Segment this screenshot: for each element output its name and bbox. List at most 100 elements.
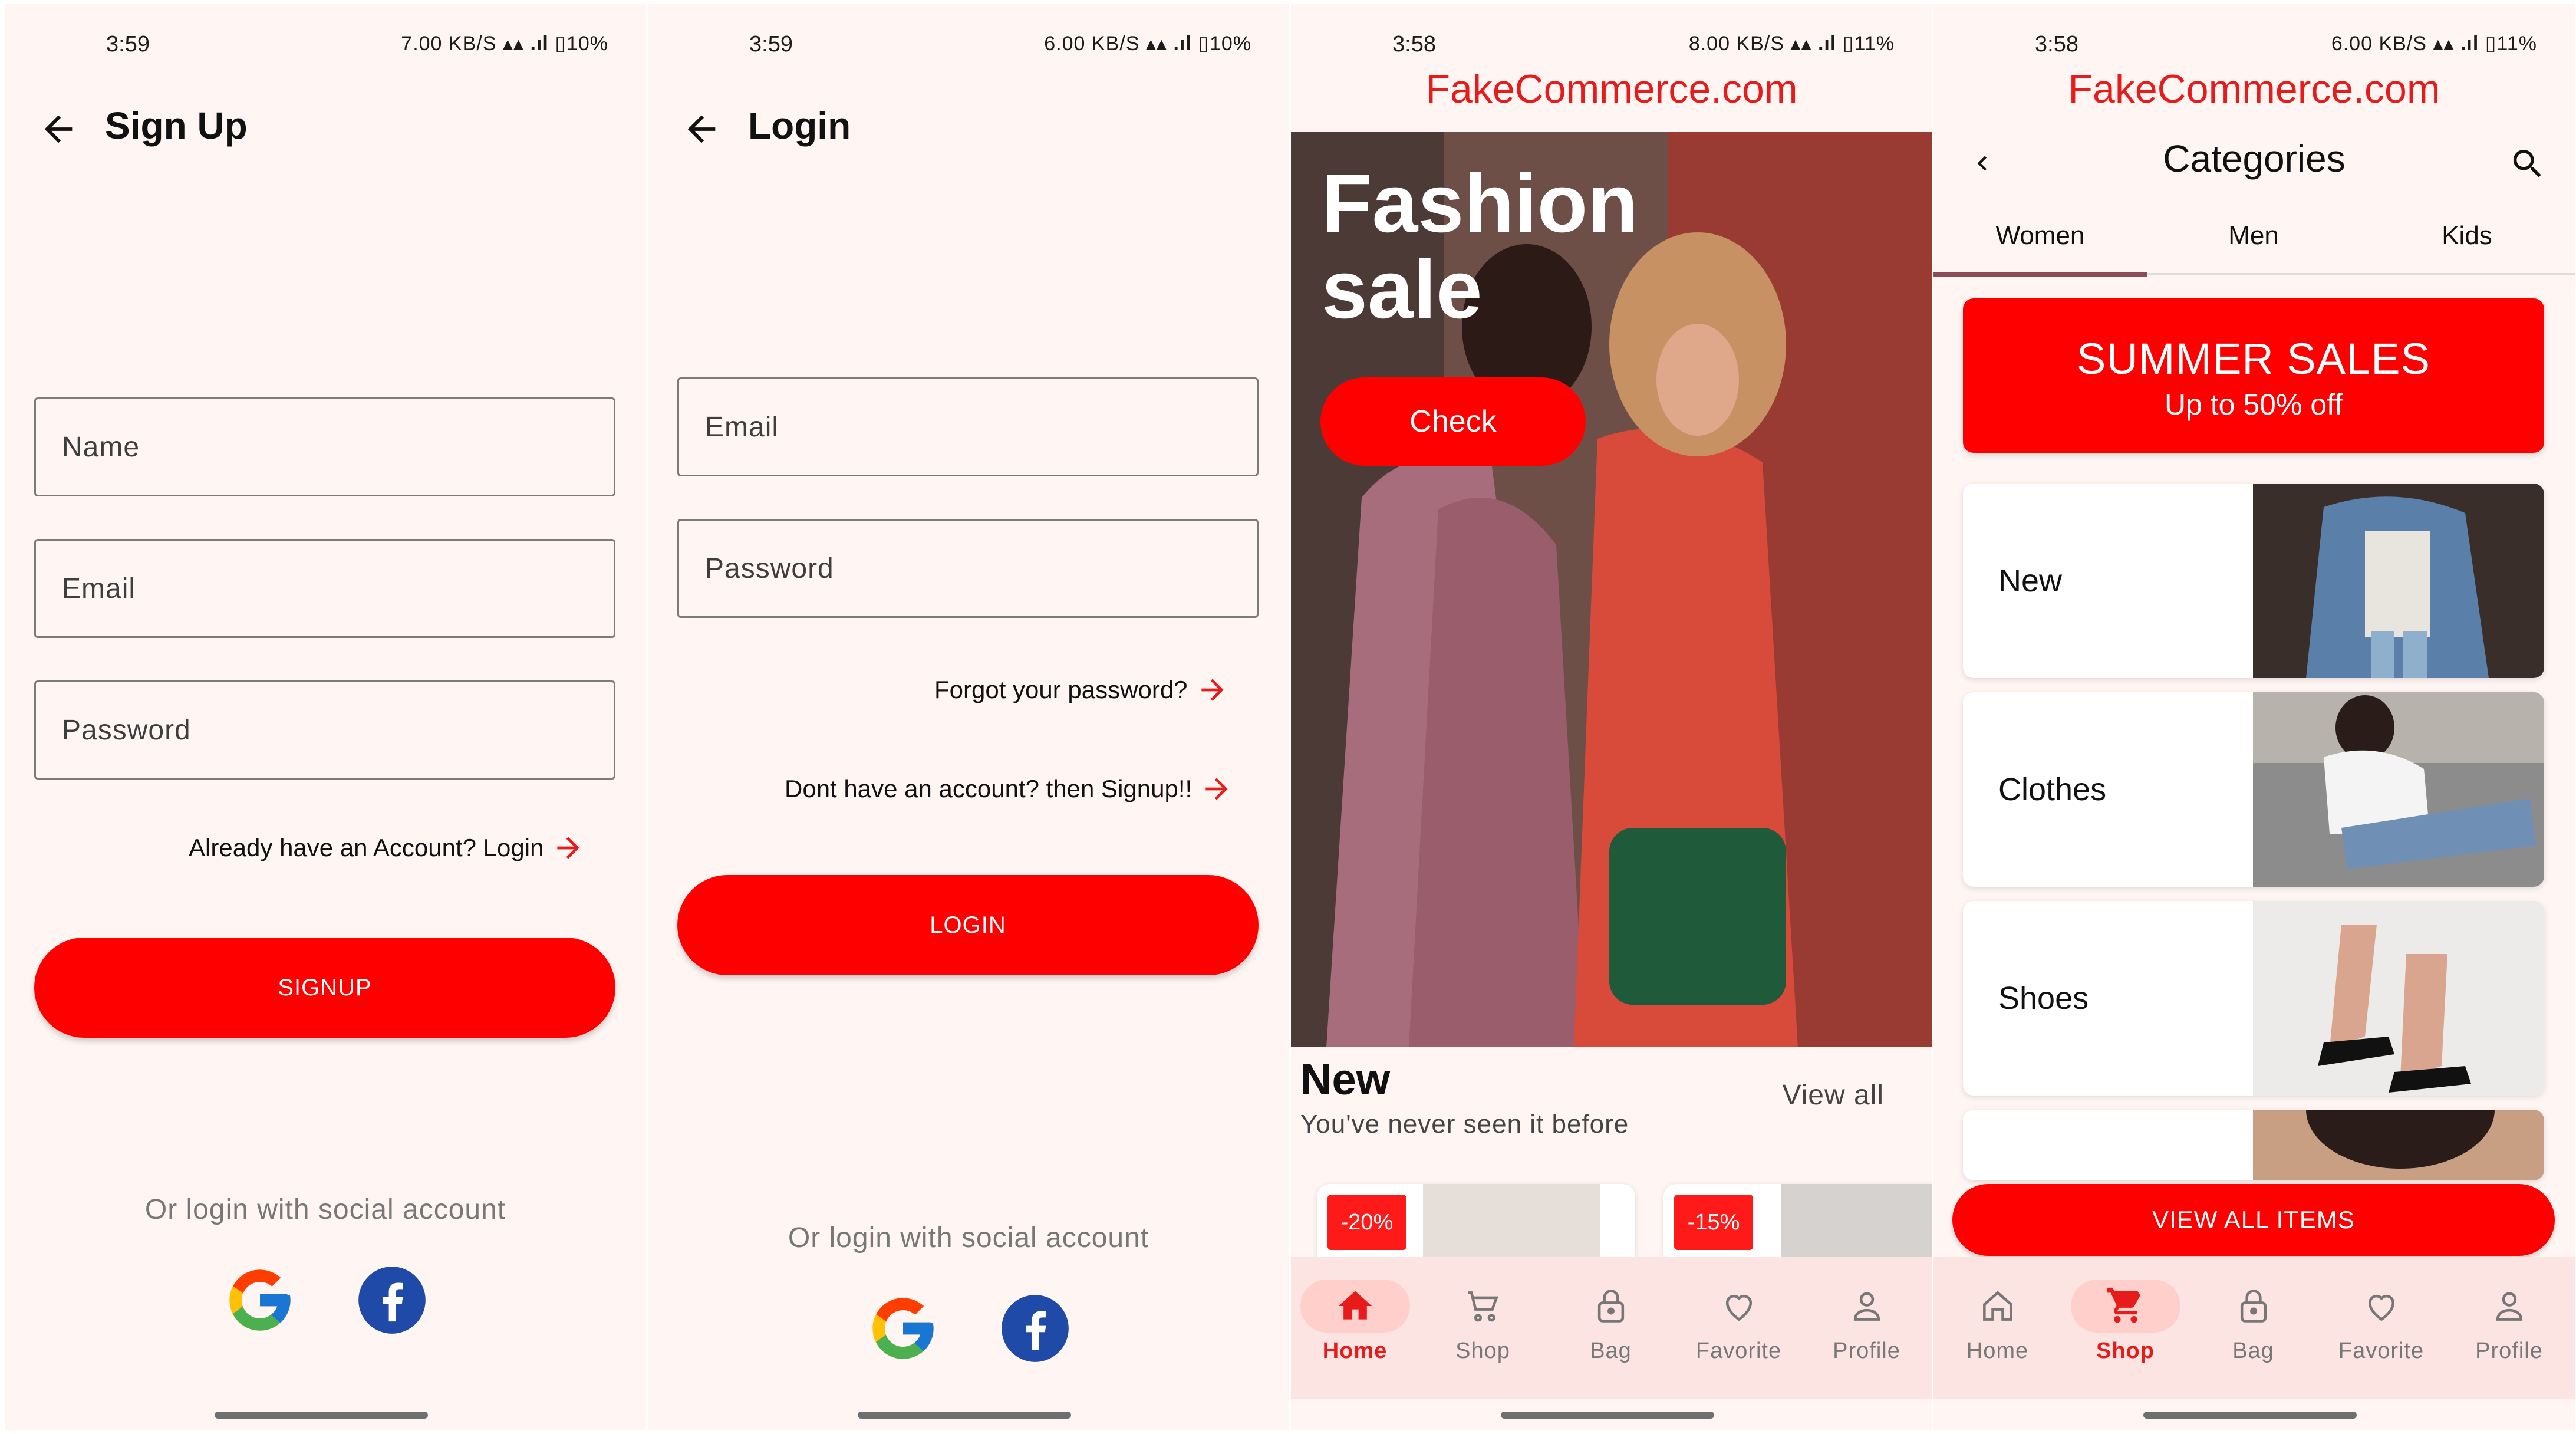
promo-title: SUMMER SALES <box>2076 334 2431 383</box>
nav-label: Profile <box>1833 1338 1900 1363</box>
status-battery: 10% <box>566 32 608 55</box>
nav-label: Home <box>1966 1338 2029 1363</box>
status-battery: 11% <box>2496 32 2537 55</box>
search-icon[interactable] <box>2509 145 2547 183</box>
google-login-button[interactable] <box>222 1262 298 1338</box>
arrow-right-icon <box>557 837 580 859</box>
nav-label: Shop <box>2096 1338 2155 1363</box>
status-battery: 10% <box>1209 32 1251 55</box>
email-field[interactable] <box>34 539 615 638</box>
tab-women[interactable]: Women <box>1933 197 2147 277</box>
bottom-nav: Home Shop Bag Favorite Profile <box>1933 1257 2575 1399</box>
category-card-new[interactable]: New <box>1963 484 2544 678</box>
password-field[interactable] <box>677 519 1259 618</box>
brand-title: FakeCommerce.com <box>2068 67 2440 111</box>
forgot-password-label: Forgot your password? <box>934 676 1188 703</box>
name-field[interactable] <box>34 397 615 496</box>
facebook-icon <box>1002 1295 1069 1362</box>
heart-icon <box>2368 1294 2394 1321</box>
category-label: New <box>1998 563 2063 598</box>
category-image <box>2253 484 2544 678</box>
bag-icon <box>1597 1290 1624 1323</box>
login-link[interactable]: Already have an Account? Login <box>189 831 585 864</box>
hero-title: Fashion sale <box>1322 157 1638 336</box>
facebook-login-button[interactable] <box>997 1290 1073 1367</box>
check-button[interactable]: Check <box>1320 377 1586 466</box>
home-indicator <box>215 1412 428 1419</box>
section-subtitle: You've never seen it before <box>1300 1110 1629 1139</box>
back-arrow-icon[interactable] <box>38 108 79 150</box>
nav-item-bag[interactable]: Bag <box>1547 1257 1675 1399</box>
status-icons: 8.00 KB/S ▴▴ .ıl ▯11% <box>1688 32 1895 55</box>
category-card-shoes[interactable]: Shoes <box>1963 901 2544 1096</box>
login-screen: 3:59 6.00 KB/S ▴▴ .ıl ▯10% Login Forgot … <box>648 4 1289 1430</box>
status-icons: 7.00 KB/S ▴▴ .ıl ▯10% <box>401 32 608 55</box>
view-all-link[interactable]: View all <box>1782 1079 1884 1111</box>
hero-banner: Fashion sale Check <box>1291 132 1932 1047</box>
nav-item-favorite[interactable]: Favorite <box>2317 1257 2445 1399</box>
nav-item-home[interactable]: Home <box>1933 1257 2061 1399</box>
top-app-bar: Categories <box>1933 127 2575 197</box>
home-screen: 3:58 8.00 KB/S ▴▴ .ıl ▯11% FakeCommerce.… <box>1291 4 1932 1430</box>
password-field[interactable] <box>34 680 615 780</box>
category-image <box>2253 901 2544 1096</box>
status-speed: 6.00 KB/S <box>1044 32 1140 55</box>
category-tabs: Women Men Kids <box>1933 197 2575 277</box>
nav-label: Bag <box>1590 1338 1632 1363</box>
nav-item-home[interactable]: Home <box>1291 1257 1419 1399</box>
category-card-accessories[interactable] <box>1963 1110 2544 1180</box>
nav-item-bag[interactable]: Bag <box>2189 1257 2317 1399</box>
status-icons: 6.00 KB/S ▴▴ .ıl ▯10% <box>1044 32 1251 55</box>
page-title: Login <box>748 104 851 147</box>
status-speed: 7.00 KB/S <box>401 32 497 55</box>
login-link-label: Already have an Account? Login <box>189 834 544 861</box>
categories-screen: 3:58 6.00 KB/S ▴▴ .ıl ▯11% FakeCommerce.… <box>1933 4 2575 1430</box>
page-title: Sign Up <box>105 104 248 147</box>
google-login-button[interactable] <box>865 1290 941 1367</box>
category-image <box>2253 692 2544 887</box>
home-indicator <box>858 1412 1071 1419</box>
login-button[interactable]: LOGIN <box>677 875 1259 975</box>
signup-link-label: Dont have an account? then Signup!! <box>785 775 1193 802</box>
section-title: New <box>1300 1055 1391 1104</box>
signup-button[interactable]: SIGNUP <box>34 938 615 1038</box>
status-time: 3:58 <box>2035 32 2078 57</box>
status-speed: 8.00 KB/S <box>1688 32 1784 55</box>
status-icons: 6.00 KB/S ▴▴ .ıl ▯11% <box>2331 32 2537 55</box>
status-time: 3:59 <box>749 32 793 57</box>
tab-kids[interactable]: Kids <box>2360 197 2574 275</box>
nav-label: Bag <box>2232 1338 2274 1363</box>
status-speed: 6.00 KB/S <box>2331 32 2427 55</box>
status-bar: 3:59 6.00 KB/S ▴▴ .ıl ▯10% <box>648 4 1289 92</box>
nav-item-favorite[interactable]: Favorite <box>1675 1257 1803 1399</box>
nav-item-profile[interactable]: Profile <box>2445 1257 2573 1399</box>
category-image <box>2253 1110 2544 1180</box>
view-all-items-button[interactable]: VIEW ALL ITEMS <box>1952 1184 2555 1256</box>
discount-badge: -15% <box>1674 1195 1753 1250</box>
email-field[interactable] <box>677 377 1259 476</box>
arrow-right-icon <box>1205 778 1228 800</box>
status-time: 3:59 <box>106 32 150 57</box>
nav-item-shop[interactable]: Shop <box>2061 1257 2189 1399</box>
status-bar: 3:59 7.00 KB/S ▴▴ .ıl ▯10% <box>5 4 646 92</box>
bottom-nav: Home Shop Bag Favorite Profile <box>1291 1257 1932 1399</box>
brand-title: FakeCommerce.com <box>1425 67 1798 111</box>
nav-item-shop[interactable]: Shop <box>1419 1257 1547 1399</box>
category-label: Clothes <box>1998 772 2107 807</box>
home-icon <box>1338 1291 1372 1320</box>
signup-link[interactable]: Dont have an account? then Signup!! <box>785 772 1233 805</box>
nav-item-profile[interactable]: Profile <box>1803 1257 1931 1399</box>
back-arrow-icon[interactable] <box>681 108 722 150</box>
facebook-login-button[interactable] <box>354 1262 430 1338</box>
promo-subtitle: Up to 50% off <box>2164 388 2343 421</box>
forgot-password-link[interactable]: Forgot your password? <box>934 673 1229 706</box>
tab-men[interactable]: Men <box>2147 197 2360 275</box>
social-login-text: Or login with social account <box>144 1194 506 1225</box>
home-icon <box>1982 1291 2012 1321</box>
category-card-clothes[interactable]: Clothes <box>1963 692 2544 887</box>
nav-label: Favorite <box>2338 1338 2425 1363</box>
cart-icon <box>1468 1291 1498 1322</box>
home-indicator <box>2143 1412 2357 1419</box>
signup-screen: 3:59 7.00 KB/S ▴▴ .ıl ▯10% Sign Up Alrea… <box>5 4 646 1430</box>
summer-sales-banner[interactable]: SUMMER SALES Up to 50% off <box>1963 298 2544 453</box>
